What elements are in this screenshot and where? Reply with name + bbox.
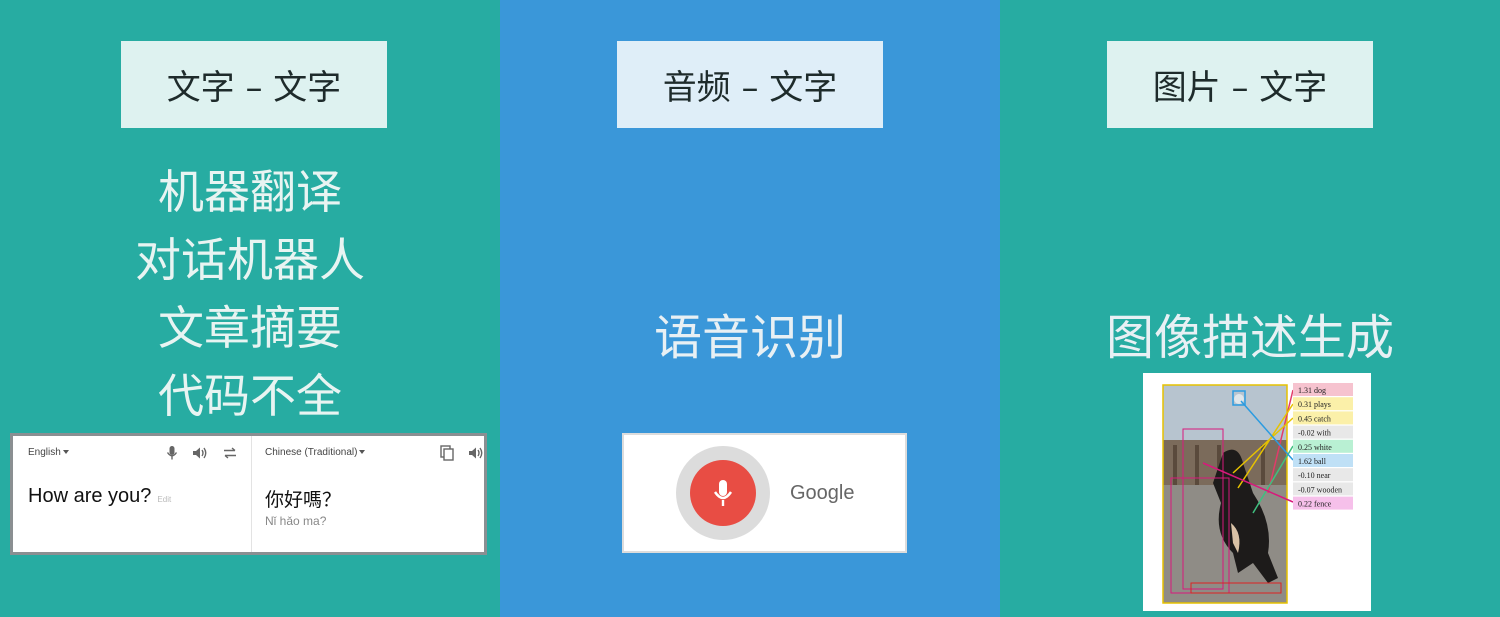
translate-output-pane: Chinese (Traditional) 你好嗎？ Nǐ hǎo ma? (252, 436, 484, 552)
caption-word-label: 0.31 plays (1298, 400, 1331, 409)
task-machine-translation: 机器翻译 (158, 165, 342, 219)
voice-search-button[interactable] (676, 446, 770, 540)
source-text[interactable]: How are you? Edit (28, 485, 171, 508)
target-language-select[interactable]: Chinese (Traditional) (265, 447, 366, 458)
dog-photo-illustration: 1.31 dog 0.31 plays 0.45 catch -0.02 with 0.… (1162, 383, 1353, 604)
google-logo-text: Google (790, 482, 855, 504)
column-label-text-text: 文字 – 文字 (121, 41, 387, 128)
swap-languages-icon[interactable] (221, 444, 239, 462)
column-label-audio-text: 音频 – 文字 (617, 41, 883, 128)
source-language-label: English (28, 447, 61, 458)
romanization-text: Nǐ hǎo ma? (265, 514, 327, 528)
source-language-select[interactable]: English (28, 447, 69, 458)
chevron-down-icon (359, 450, 366, 455)
image-captioning-title: 图像描述生成 (1105, 310, 1394, 366)
caption-word-label: -0.02 with (1298, 429, 1331, 438)
caption-word-label: 1.62 ball (1298, 457, 1327, 466)
edit-link[interactable]: Edit (157, 495, 171, 504)
speech-recognition-title: 语音识别 (653, 310, 846, 366)
chevron-down-icon (62, 450, 69, 455)
task-code-completion: 代码不全 (158, 369, 342, 423)
caption-word-label: 0.25 white (1298, 443, 1332, 452)
task-summarization: 文章摘要 (158, 301, 342, 355)
image-to-text-column: 图片 – 文字 图像描述生成 1.31 dog 0.31 plays 0.45 … (1000, 0, 1500, 617)
caption-word-label: 0.45 catch (1298, 414, 1331, 423)
speaker-icon[interactable] (191, 444, 209, 462)
caption-word-label: -0.07 wooden (1298, 485, 1342, 494)
caption-word-label: -0.10 near (1298, 471, 1331, 480)
copy-icon[interactable] (438, 444, 456, 462)
microphone-icon (713, 480, 733, 506)
column-label-image-text: 图片 – 文字 (1107, 41, 1373, 128)
translated-text: 你好嗎？ (265, 490, 342, 511)
source-text-value: How are you? (28, 485, 152, 507)
speaker-icon[interactable] (467, 444, 485, 462)
voice-search-widget: Google (622, 433, 907, 553)
audio-to-text-column: 音频 – 文字 语音识别 Google (500, 0, 1000, 617)
target-language-label: Chinese (Traditional) (265, 447, 358, 458)
text-to-text-column: 文字 – 文字 机器翻译 对话机器人 文章摘要 代码不全 English How… (0, 0, 500, 617)
translate-widget: English How are you? Edit Chinese (Tradit… (10, 433, 487, 555)
task-chatbot: 对话机器人 (135, 233, 365, 287)
microphone-icon[interactable] (163, 444, 181, 462)
mic-circle (690, 460, 756, 526)
image-caption-figure: 1.31 dog 0.31 plays 0.45 catch -0.02 with 0.… (1143, 373, 1371, 611)
translate-source-pane: English How are you? Edit (13, 436, 252, 552)
task-list: 机器翻译 对话机器人 文章摘要 代码不全 (0, 158, 500, 430)
caption-word-label: 0.22 fence (1298, 500, 1332, 509)
caption-word-label: 1.31 dog (1298, 386, 1326, 395)
